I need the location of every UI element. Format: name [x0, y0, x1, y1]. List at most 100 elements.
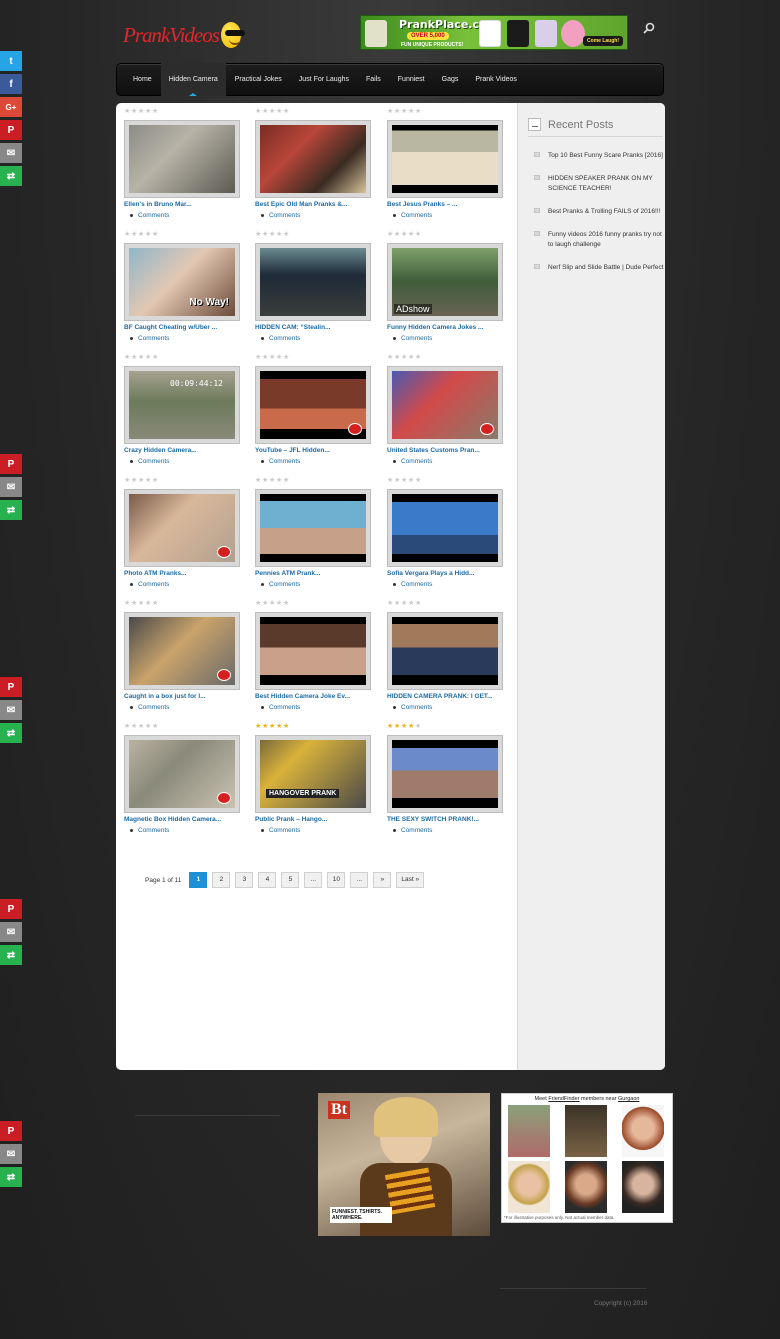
nav-item-gags[interactable]: Gags: [434, 63, 467, 96]
star-icon[interactable]: ★: [131, 477, 138, 484]
video-title-link[interactable]: Ellen's in Bruno Mar...: [124, 201, 249, 208]
email-icon[interactable]: ✉: [0, 700, 22, 720]
video-title-link[interactable]: Public Prank – Hango...: [255, 816, 380, 823]
rating-stars[interactable]: ★ ★ ★ ★ ★: [387, 354, 512, 361]
star-icon[interactable]: ★: [152, 600, 159, 607]
star-icon[interactable]: ★: [138, 477, 145, 484]
video-title-link[interactable]: Best Hidden Camera Joke Ev...: [255, 693, 380, 700]
page-button[interactable]: »: [373, 872, 392, 888]
member-photo[interactable]: [622, 1105, 664, 1157]
rating-stars[interactable]: ★ ★ ★ ★ ★: [255, 477, 380, 484]
star-icon[interactable]: ★: [283, 477, 290, 484]
nav-item-fails[interactable]: Fails: [358, 63, 389, 96]
video-thumbnail[interactable]: [387, 489, 503, 567]
rating-stars[interactable]: ★ ★ ★ ★ ★: [124, 723, 249, 730]
rating-stars[interactable]: ★ ★ ★ ★ ★: [255, 108, 380, 115]
page-button[interactable]: 3: [235, 872, 254, 888]
video-thumbnail[interactable]: [387, 120, 503, 198]
recent-post-title[interactable]: Nerf Slip and Slide Battle | Dude Perfec…: [548, 263, 664, 273]
star-icon[interactable]: ★: [394, 600, 401, 607]
comments-link[interactable]: Comments: [124, 458, 249, 465]
star-icon[interactable]: ★: [401, 354, 408, 361]
star-icon[interactable]: ★: [269, 354, 276, 361]
pinterest-icon[interactable]: P: [0, 899, 22, 919]
rating-stars[interactable]: ★ ★ ★ ★ ★: [387, 231, 512, 238]
rating-stars[interactable]: ★ ★ ★ ★ ★: [124, 477, 249, 484]
star-icon[interactable]: ★: [387, 354, 394, 361]
page-button[interactable]: Last »: [396, 872, 425, 888]
rating-stars[interactable]: ★ ★ ★ ★ ★: [387, 477, 512, 484]
star-icon[interactable]: ★: [131, 231, 138, 238]
more-icon[interactable]: ⇄: [0, 723, 22, 743]
star-icon[interactable]: ★: [415, 231, 422, 238]
star-icon[interactable]: ★: [283, 723, 290, 730]
rating-stars[interactable]: ★ ★ ★ ★ ★: [124, 354, 249, 361]
star-icon[interactable]: ★: [394, 354, 401, 361]
star-icon[interactable]: ★: [408, 231, 415, 238]
search-icon[interactable]: [643, 22, 655, 34]
star-icon[interactable]: ★: [401, 231, 408, 238]
email-icon[interactable]: ✉: [0, 143, 22, 163]
member-photo[interactable]: [508, 1105, 550, 1157]
header-ad-banner[interactable]: PrankPlace.com OVER 5,000 FUN UNIQUE PRO…: [360, 15, 628, 50]
star-icon[interactable]: ★: [262, 723, 269, 730]
star-icon[interactable]: ★: [145, 723, 152, 730]
star-icon[interactable]: ★: [145, 477, 152, 484]
rating-stars[interactable]: ★ ★ ★ ★ ★: [387, 600, 512, 607]
comments-link[interactable]: Comments: [255, 212, 380, 219]
star-icon[interactable]: ★: [262, 600, 269, 607]
video-title-link[interactable]: Magnetic Box Hidden Camera...: [124, 816, 249, 823]
widget-minimize-icon[interactable]: [528, 118, 541, 131]
member-photo[interactable]: [565, 1161, 607, 1213]
video-thumbnail[interactable]: [387, 612, 503, 690]
recent-post-title[interactable]: Top 10 Best Funny Scare Pranks [2016]: [548, 151, 663, 161]
video-title-link[interactable]: Photo ATM Pranks...: [124, 570, 249, 577]
star-icon[interactable]: ★: [387, 477, 394, 484]
video-title-link[interactable]: HIDDEN CAMERA PRANK: I GET...: [387, 693, 512, 700]
star-icon[interactable]: ★: [283, 600, 290, 607]
star-icon[interactable]: ★: [131, 723, 138, 730]
star-icon[interactable]: ★: [269, 477, 276, 484]
star-icon[interactable]: ★: [131, 600, 138, 607]
email-icon[interactable]: ✉: [0, 477, 22, 497]
nav-item-just-for-laughs[interactable]: Just For Laughs: [291, 63, 357, 96]
star-icon[interactable]: ★: [262, 354, 269, 361]
star-icon[interactable]: ★: [283, 354, 290, 361]
rating-stars[interactable]: ★ ★ ★ ★ ★: [124, 600, 249, 607]
star-icon[interactable]: ★: [415, 723, 422, 730]
star-icon[interactable]: ★: [276, 231, 283, 238]
star-icon[interactable]: ★: [138, 600, 145, 607]
video-title-link[interactable]: Best Jesus Pranks – ...: [387, 201, 512, 208]
star-icon[interactable]: ★: [262, 108, 269, 115]
comments-link[interactable]: Comments: [387, 827, 512, 834]
recent-post-title[interactable]: Funny videos 2016 funny pranks try not t…: [548, 230, 664, 250]
pinterest-icon[interactable]: P: [0, 1121, 22, 1141]
pinterest-icon[interactable]: P: [0, 120, 22, 140]
nav-item-prank-videos[interactable]: Prank Videos: [467, 63, 525, 96]
recent-post-item[interactable]: Best Pranks & Trolling FAILS of 2016!!!: [534, 207, 664, 217]
star-icon[interactable]: ★: [124, 108, 131, 115]
star-icon[interactable]: ★: [401, 723, 408, 730]
star-icon[interactable]: ★: [138, 723, 145, 730]
recent-post-title[interactable]: Best Pranks & Trolling FAILS of 2016!!!: [548, 207, 660, 217]
star-icon[interactable]: ★: [394, 231, 401, 238]
star-icon[interactable]: ★: [415, 108, 422, 115]
video-thumbnail[interactable]: [124, 612, 240, 690]
video-thumbnail[interactable]: ADshow: [387, 243, 503, 321]
star-icon[interactable]: ★: [152, 108, 159, 115]
star-icon[interactable]: ★: [283, 108, 290, 115]
star-icon[interactable]: ★: [276, 600, 283, 607]
comments-link[interactable]: Comments: [124, 704, 249, 711]
video-thumbnail[interactable]: [387, 366, 503, 444]
comments-link[interactable]: Comments: [124, 335, 249, 342]
comments-link[interactable]: Comments: [387, 212, 512, 219]
star-icon[interactable]: ★: [255, 231, 262, 238]
video-thumbnail[interactable]: [255, 489, 371, 567]
star-icon[interactable]: ★: [401, 108, 408, 115]
star-icon[interactable]: ★: [262, 477, 269, 484]
ad2-head-city[interactable]: Gurgaon: [618, 1096, 639, 1102]
star-icon[interactable]: ★: [124, 477, 131, 484]
video-title-link[interactable]: Crazy Hidden Camera...: [124, 447, 249, 454]
video-thumbnail[interactable]: No Way!: [124, 243, 240, 321]
recent-post-item[interactable]: Top 10 Best Funny Scare Pranks [2016]: [534, 151, 664, 161]
